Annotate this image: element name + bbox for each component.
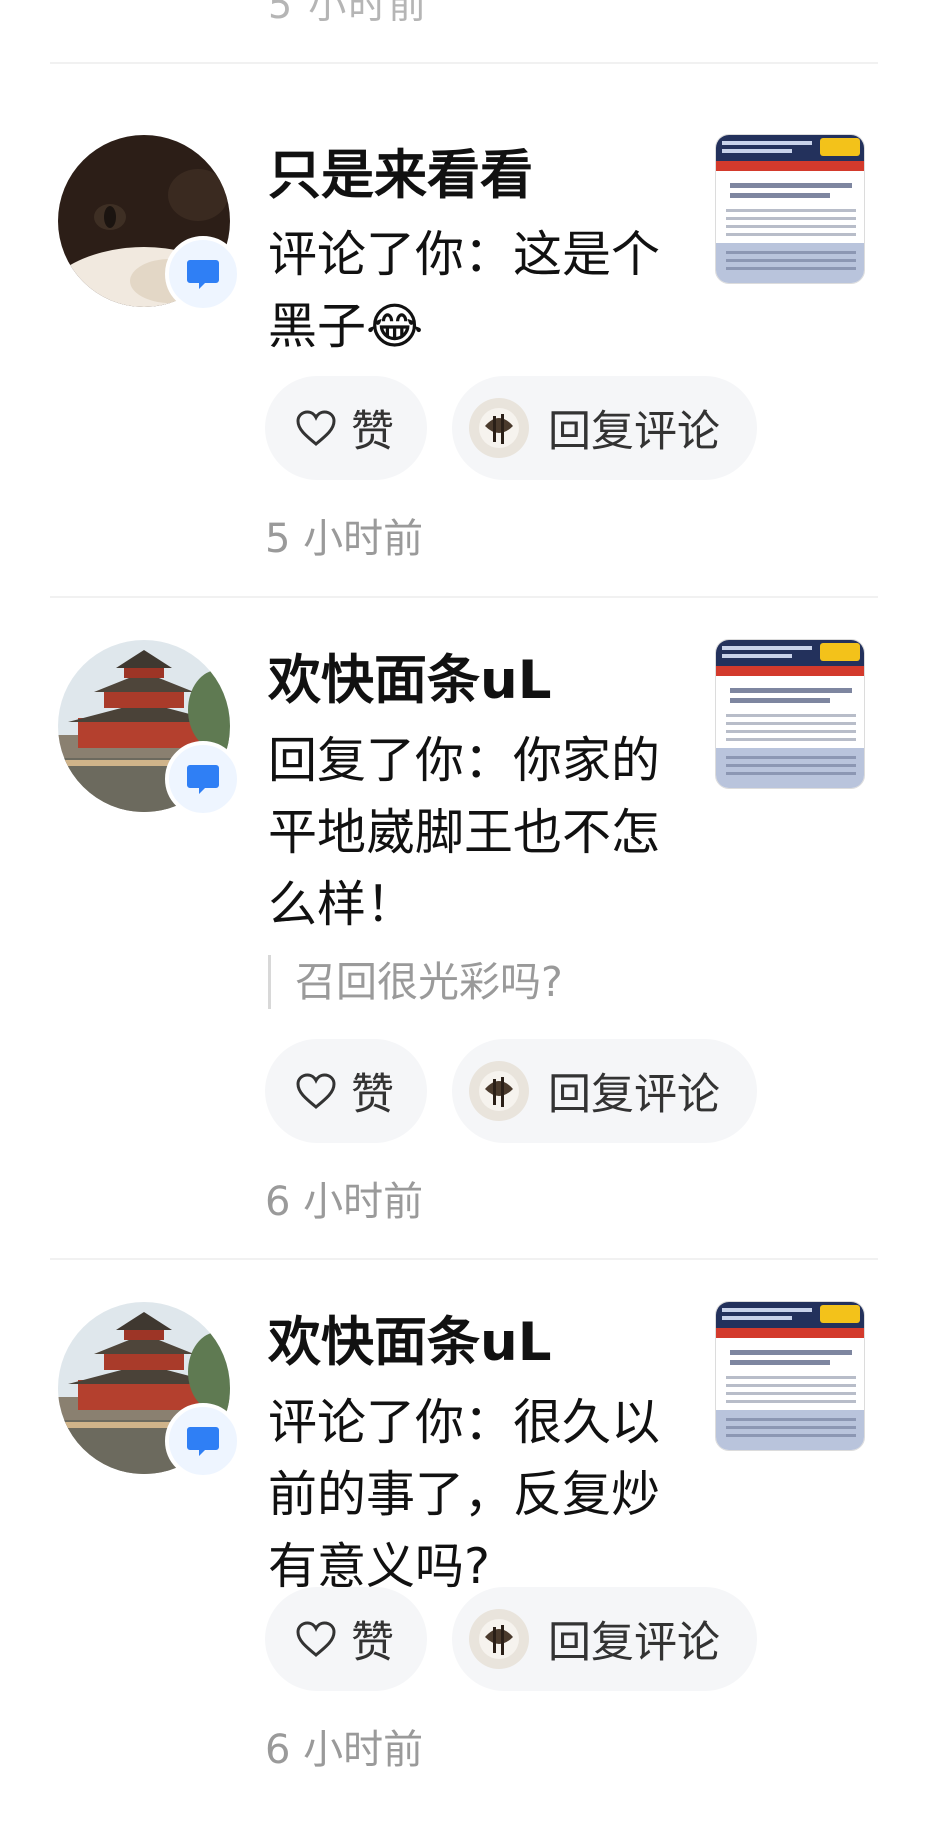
like-label: 赞 bbox=[351, 407, 394, 457]
user-avatar-icon bbox=[469, 1609, 529, 1669]
comment-bubble-icon bbox=[187, 260, 219, 289]
reply-label: 回复评论 bbox=[548, 1070, 720, 1120]
article-thumbnail[interactable] bbox=[715, 134, 865, 284]
comment-text: 评论了你：很久以前的事了，反复炒有意义吗? bbox=[268, 1387, 688, 1603]
like-label: 赞 bbox=[351, 1618, 394, 1668]
action-label: 回复了你： bbox=[268, 732, 514, 789]
article-thumbnail-icon bbox=[716, 135, 864, 283]
like-button[interactable]: 赞 bbox=[265, 376, 427, 480]
divider bbox=[50, 1258, 878, 1260]
article-thumbnail[interactable] bbox=[715, 639, 865, 789]
article-thumbnail[interactable] bbox=[715, 1301, 865, 1451]
comment-badge bbox=[165, 741, 241, 817]
reply-comment-button[interactable]: 回复评论 bbox=[452, 1039, 757, 1143]
action-label: 评论了你： bbox=[268, 1394, 514, 1451]
comment-badge bbox=[165, 1403, 241, 1479]
commenter-name[interactable]: 欢快面条uL bbox=[268, 1311, 552, 1375]
user-avatar-icon bbox=[469, 1061, 529, 1121]
comment-text: 回复了你：你家的平地崴脚王也不怎么样！ bbox=[268, 725, 688, 941]
like-label: 赞 bbox=[351, 1070, 394, 1120]
timestamp: 6 小时前 bbox=[265, 1727, 424, 1773]
reply-label: 回复评论 bbox=[548, 1618, 720, 1668]
heart-outline-icon bbox=[296, 1073, 336, 1109]
reply-comment-button[interactable]: 回复评论 bbox=[452, 376, 757, 480]
comment-badge bbox=[165, 236, 241, 312]
timestamp: 5 小时前 bbox=[265, 516, 424, 562]
action-label: 评论了你： bbox=[268, 226, 514, 283]
comment-bubble-icon bbox=[187, 1427, 219, 1456]
heart-outline-icon bbox=[296, 410, 336, 446]
reply-label: 回复评论 bbox=[548, 407, 720, 457]
user-avatar-icon bbox=[469, 398, 529, 458]
divider bbox=[50, 596, 878, 598]
like-button[interactable]: 赞 bbox=[265, 1587, 427, 1691]
article-thumbnail-icon bbox=[716, 640, 864, 788]
previous-item-timestamp: 5 小时前 bbox=[268, 0, 429, 27]
reply-comment-button[interactable]: 回复评论 bbox=[452, 1587, 757, 1691]
timestamp: 6 小时前 bbox=[265, 1179, 424, 1225]
article-thumbnail-icon bbox=[716, 1302, 864, 1450]
commenter-name[interactable]: 只是来看看 bbox=[268, 144, 533, 208]
heart-outline-icon bbox=[296, 1621, 336, 1657]
divider bbox=[50, 62, 878, 64]
quoted-comment[interactable]: 召回很光彩吗? bbox=[268, 955, 563, 1009]
comment-text: 评论了你：这是个黑子😂 bbox=[268, 219, 688, 363]
comment-bubble-icon bbox=[187, 765, 219, 794]
like-button[interactable]: 赞 bbox=[265, 1039, 427, 1143]
commenter-name[interactable]: 欢快面条uL bbox=[268, 649, 552, 713]
